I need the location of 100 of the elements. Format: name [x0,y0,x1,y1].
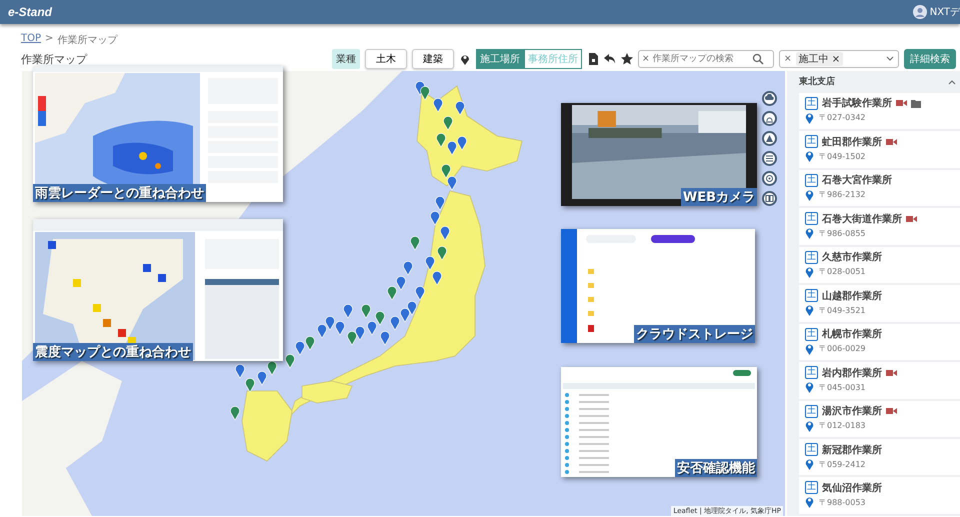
folder-icon[interactable] [911,98,922,108]
site-name: 山越郡作業所 [822,290,882,303]
category-button[interactable]: 土木 [365,49,407,69]
site-card[interactable]: 土 石巻大街道作業所 〒986-0855 [799,208,960,245]
map-pin[interactable] [387,286,397,300]
site-name: 気仙沼作業所 [822,482,882,495]
site-card[interactable]: 土 湯沢市作業所 〒012-0183 [799,400,960,437]
site-card[interactable]: 土 虻田郡作業所 〒049-1502 [799,131,960,168]
site-card[interactable]: 土 石巻大宮作業所 〒986-2132 [799,170,960,206]
map-pin[interactable] [441,164,451,178]
map-pin[interactable] [415,286,425,300]
category-button[interactable]: 建築 [412,49,454,69]
civil-badge: 土 [805,328,818,341]
search-icon[interactable] [752,53,764,65]
map-pin[interactable] [367,321,377,336]
overlay-caption: クラウドストレージ [634,325,755,343]
map-pin[interactable] [443,116,453,130]
site-card[interactable]: 土 岩内郡作業所 〒045-0031 [799,362,960,399]
site-card[interactable]: 土 岩手試験作業所 〒027-0342 [799,92,960,130]
site-card[interactable]: 土 久慈市作業所 〒028-0051 [799,246,960,284]
civil-badge: 土 [805,366,818,380]
map-pin[interactable] [435,196,445,210]
caret-icon[interactable] [886,56,894,62]
video-camera-icon[interactable] [886,407,897,416]
map-pin[interactable] [440,226,450,240]
map-pin[interactable] [407,301,417,316]
video-camera-icon[interactable] [906,214,917,223]
map-pin[interactable] [317,324,327,338]
site-name: 湯沢市作業所 [822,404,882,418]
map-pin[interactable] [343,304,353,318]
site-name: 新冠郡作業所 [822,443,882,456]
map-pin[interactable] [396,276,406,290]
video-camera-icon[interactable] [886,138,897,146]
location-pin-icon [805,458,814,470]
status-chip[interactable]: 施工中 × [796,52,844,66]
map-pin[interactable] [347,331,357,346]
file-icon[interactable] [587,53,599,65]
map-pin[interactable] [433,98,443,112]
map-pin[interactable] [305,336,315,350]
site-card[interactable]: 土 気仙沼作業所 〒988-0053 [799,477,960,514]
civil-badge: 土 [805,481,818,494]
clear-button[interactable]: × [784,54,792,64]
status-dropdown[interactable]: × 施工中 × [779,50,899,68]
map-pin[interactable] [400,308,410,322]
location-toggle[interactable]: 施工場所 [476,49,524,69]
postal-code: 〒012-0183 [819,420,866,432]
avatar-icon[interactable] [912,5,927,19]
map-pin[interactable] [447,141,457,156]
map-pin[interactable] [295,341,305,356]
map-pin[interactable] [410,236,420,250]
map-pin[interactable] [375,311,385,326]
undo-icon[interactable] [604,53,616,65]
site-name: 久慈市作業所 [822,250,882,264]
collapse-caret-icon[interactable] [948,78,956,85]
location-pin-icon [805,381,814,394]
location-pin-icon [805,150,814,162]
map-pin[interactable] [267,361,277,376]
map-pin[interactable] [335,321,345,336]
clear-button[interactable]: × [642,54,650,64]
map-pin[interactable] [432,271,442,286]
breadcrumb-link[interactable]: TOP [21,33,42,47]
target-icon [765,174,774,183]
location-pin-icon [805,188,814,201]
map-pin[interactable] [380,331,390,346]
map-pin[interactable] [257,371,267,386]
location-pin-icon [805,420,814,432]
map-pin[interactable] [325,316,335,330]
site-card[interactable]: 土 札幌市作業所 〒006-0029 [799,324,960,360]
postal-code: 〒028-0051 [819,266,866,278]
map-pin[interactable] [230,406,240,420]
site-card[interactable]: 土 新冠郡作業所 〒059-2412 [799,439,960,476]
civil-badge: 土 [805,289,818,302]
app-logo[interactable]: e-Stand [8,5,52,19]
map-pin[interactable] [447,176,457,190]
map-pin[interactable] [390,316,400,330]
user-name[interactable]: NXTデ [930,5,960,19]
map-pin[interactable] [457,136,467,150]
postal-code: 〒027-0342 [819,112,866,124]
map-pin[interactable] [285,354,295,368]
map-pin[interactable] [425,256,435,270]
page-title: 作業所マップ [21,52,87,66]
star-icon[interactable] [621,53,633,65]
civil-badge: 土 [805,250,818,264]
site-card[interactable]: 土 山越郡作業所 〒049-3521 [799,285,960,322]
map-pin[interactable] [430,211,440,226]
map-pin[interactable] [245,378,255,392]
civil-badge: 土 [805,135,818,148]
video-camera-icon[interactable] [886,368,897,377]
map-pin[interactable] [361,304,371,318]
detail-search-button[interactable]: 詳細検索 [904,49,956,69]
map-pin[interactable] [436,133,446,148]
map-pin[interactable] [403,261,413,276]
map-pin[interactable] [455,101,465,116]
map-pin[interactable] [355,326,365,340]
map-pin[interactable] [420,86,430,100]
video-camera-icon[interactable] [896,99,907,108]
postal-code: 〒059-2412 [819,458,866,470]
map-pin[interactable] [235,364,245,378]
postal-code: 〒049-1502 [819,150,866,162]
map-pin[interactable] [437,246,447,260]
